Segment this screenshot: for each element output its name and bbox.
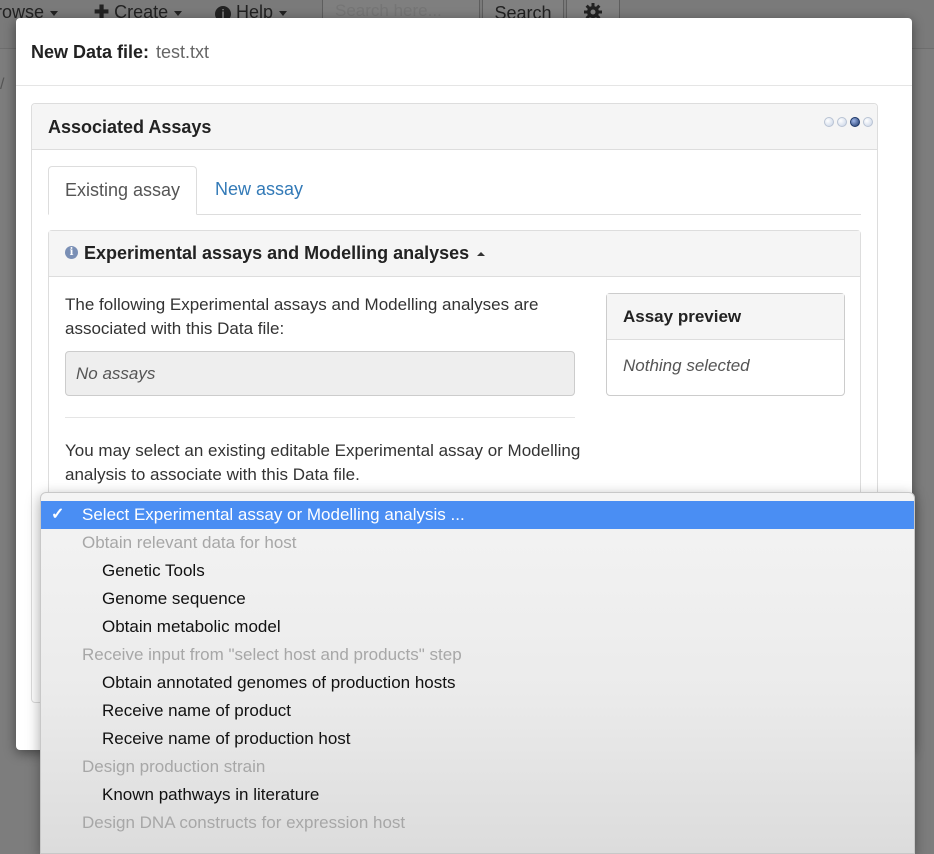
option-group-label: Obtain relevant data for host <box>82 533 297 552</box>
chevron-down-icon <box>50 10 59 16</box>
checkmark-icon: ✓ <box>51 506 65 523</box>
modal-title-label: New Data file: <box>31 42 150 62</box>
chevron-down-icon <box>174 10 183 16</box>
caret-up-icon[interactable] <box>477 252 486 257</box>
associated-assays-heading: Associated Assays <box>32 104 877 150</box>
assay-preview-heading: Assay preview <box>607 294 844 340</box>
modal-title-value: test.txt <box>156 42 210 62</box>
step-dot <box>837 117 847 127</box>
select-option[interactable]: Genome sequence <box>41 585 914 613</box>
breadcrumb: / <box>0 76 5 93</box>
assay-select-dropdown[interactable]: ✓ Select Experimental assay or Modelling… <box>40 492 915 854</box>
tab-existing-assay[interactable]: Existing assay <box>48 166 198 215</box>
assay-preview: Assay preview Nothing selected <box>606 293 845 396</box>
select-option[interactable]: Receive name of product <box>41 697 914 725</box>
associated-description: The following Experimental assays and Mo… <box>65 295 539 338</box>
step-dot-active <box>850 117 860 127</box>
option-group-label: Design DNA constructs for expression hos… <box>82 813 406 832</box>
tab-new-assay[interactable]: New assay <box>199 166 319 214</box>
select-option[interactable]: Known pathways in literature <box>41 781 914 809</box>
option-group-label: Design production strain <box>82 757 266 776</box>
divider <box>65 417 575 418</box>
no-assays-text: No assays <box>76 364 156 383</box>
assay-preview-body: Nothing selected <box>623 356 750 375</box>
progress-dots <box>821 111 873 132</box>
select-option[interactable]: Obtain metabolic model <box>41 613 914 641</box>
select-description: You may select an existing editable Expe… <box>65 441 581 484</box>
panel-title: Associated Assays <box>48 117 212 137</box>
option-label: Select Experimental assay or Modelling a… <box>82 505 465 524</box>
step-dot <box>824 117 834 127</box>
select-option[interactable]: Obtain annotated genomes of production h… <box>41 669 914 697</box>
select-option[interactable]: Genetic Tools <box>41 557 914 585</box>
experimental-assays-heading[interactable]: i Experimental assays and Modelling analy… <box>49 231 860 277</box>
experimental-assays-title: Experimental assays and Modelling analys… <box>84 243 470 263</box>
chevron-down-icon <box>279 10 288 16</box>
info-icon: i <box>65 246 78 260</box>
assay-tabs: Existing assay New assay <box>48 166 861 215</box>
associated-assays-list: No assays <box>65 351 575 396</box>
option-group-label: Receive input from "select host and prod… <box>82 645 462 664</box>
step-dot <box>863 117 873 127</box>
select-option[interactable]: Receive name of production host <box>41 725 914 753</box>
modal-header: New Data file: test.txt <box>16 18 912 86</box>
select-option-placeholder[interactable]: ✓ Select Experimental assay or Modelling… <box>41 501 914 529</box>
